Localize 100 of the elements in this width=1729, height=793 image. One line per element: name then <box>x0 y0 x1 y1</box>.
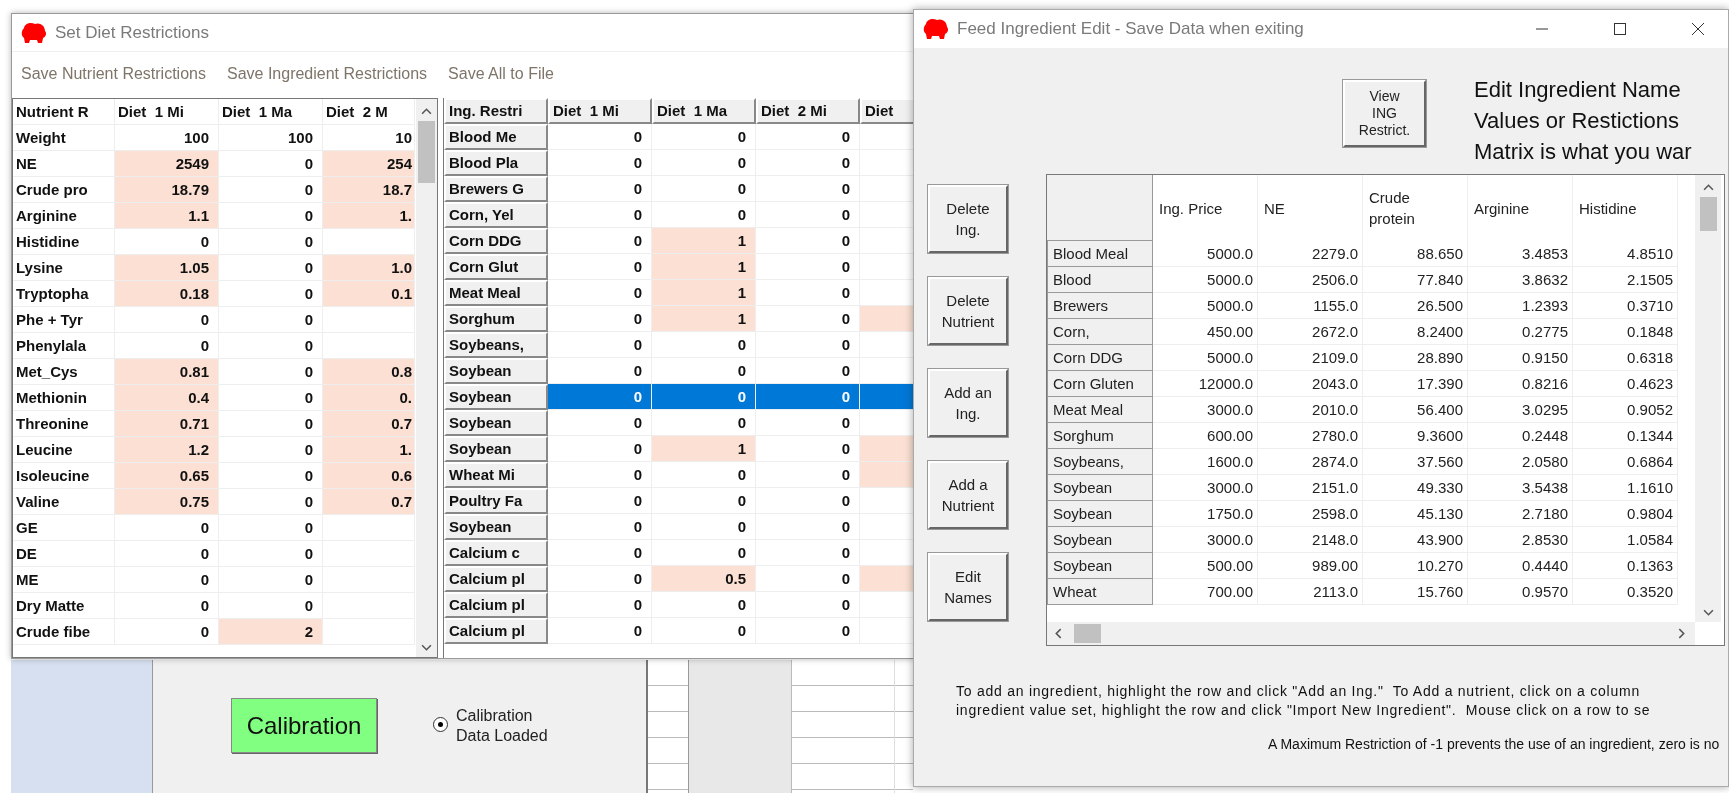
maximize-icon[interactable] <box>1612 21 1628 37</box>
table-cell: 56.400 <box>1363 397 1468 423</box>
row-header[interactable]: Soybean <box>444 436 548 462</box>
row-header[interactable]: Wheat <box>1047 579 1153 605</box>
scrollbar[interactable] <box>1695 175 1721 622</box>
table-cell: 0 <box>756 618 860 644</box>
action-button[interactable]: Edit Names <box>928 553 1008 621</box>
table-cell: 0 <box>756 592 860 618</box>
scroll-up-icon[interactable] <box>1702 184 1714 191</box>
row-header[interactable]: Wheat Mi <box>444 462 548 488</box>
row-header[interactable]: Soybean <box>444 358 548 384</box>
action-button[interactable]: Add a Nutrient <box>928 461 1008 529</box>
scroll-down-icon[interactable] <box>1702 609 1714 616</box>
table-cell: 2.8530 <box>1468 527 1573 553</box>
row-header[interactable]: Calcium pl <box>444 592 548 618</box>
close-icon[interactable] <box>1690 21 1706 37</box>
row-header[interactable]: Sorghum <box>1047 423 1153 449</box>
row-header[interactable]: Blood Meal <box>1047 241 1153 267</box>
row-header[interactable]: Corn, Yel <box>444 202 548 228</box>
column-header[interactable]: Diet 2 M <box>323 99 415 125</box>
table-cell: 0 <box>219 463 323 489</box>
table-cell: 1.0584 <box>1573 527 1678 553</box>
row-header[interactable]: Soybeans, <box>1047 449 1153 475</box>
menu-item[interactable]: Save Ingredient Restrictions <box>226 65 428 83</box>
row-header[interactable]: Blood Me <box>444 124 548 150</box>
column-header[interactable]: Diet 1 Ma <box>652 98 756 124</box>
row-header[interactable]: Soybean <box>1047 527 1153 553</box>
row-header[interactable]: Soybean <box>1047 501 1153 527</box>
row-header[interactable]: Soybean <box>1047 553 1153 579</box>
scroll-right-icon[interactable] <box>1678 628 1685 639</box>
column-header[interactable]: Diet 1 Mi <box>115 99 219 125</box>
table-cell: 0 <box>652 150 756 176</box>
row-header[interactable]: Calcium c <box>444 540 548 566</box>
row-header[interactable]: Corn, <box>1047 319 1153 345</box>
calibration-button[interactable]: Calibration <box>231 698 377 753</box>
instruction-text: Values or Restictions <box>1474 107 1680 135</box>
table-cell: 0 <box>756 280 860 306</box>
table-cell: 0.7 <box>323 489 415 515</box>
scroll-thumb[interactable] <box>1074 624 1101 643</box>
menu-item[interactable]: Save All to File <box>448 65 554 83</box>
row-label: Methionin <box>13 385 115 411</box>
row-header[interactable]: Soybean <box>444 410 548 436</box>
table-cell: 0.8 <box>323 359 415 385</box>
menu-item[interactable]: Save Nutrient Restrictions <box>21 65 206 83</box>
scrollbar[interactable] <box>416 99 437 657</box>
table-cell: 88.650 <box>1363 241 1468 267</box>
row-header[interactable]: Soybean <box>1047 475 1153 501</box>
row-header[interactable]: Calcium pl <box>444 618 548 644</box>
column-header[interactable]: Ing. Restri <box>444 98 548 124</box>
row-header[interactable]: Soybean <box>444 514 548 540</box>
table-cell: 0 <box>548 384 652 410</box>
table-cell: 10.270 <box>1363 553 1468 579</box>
table-cell: 0 <box>548 514 652 540</box>
table-cell: 0 <box>548 332 652 358</box>
scrollbar[interactable] <box>1047 622 1695 645</box>
action-button[interactable]: Delete Ing. <box>928 185 1008 253</box>
scroll-left-icon[interactable] <box>1055 628 1062 639</box>
scroll-up-icon[interactable] <box>421 108 432 115</box>
column-header[interactable]: Diet 1 Mi <box>548 98 652 124</box>
row-header[interactable]: Meat Meal <box>444 280 548 306</box>
column-header[interactable]: Diet 2 Mi <box>756 98 860 124</box>
table-cell: 0.8216 <box>1468 371 1573 397</box>
row-header[interactable]: Meat Meal <box>1047 397 1153 423</box>
table-cell: 1. <box>323 437 415 463</box>
column-header[interactable]: Diet 1 Ma <box>219 99 323 125</box>
scroll-down-icon[interactable] <box>421 644 432 651</box>
row-header[interactable]: Poultry Fa <box>444 488 548 514</box>
table-cell: 0 <box>219 281 323 307</box>
action-button[interactable]: Add an Ing. <box>928 369 1008 437</box>
row-header[interactable]: Blood Pla <box>444 150 548 176</box>
row-header[interactable]: Calcium pl <box>444 566 548 592</box>
view-restrictions-button[interactable]: View ING Restrict. <box>1343 80 1426 147</box>
row-header[interactable]: Corn DDG <box>1047 345 1153 371</box>
table-cell: 0 <box>652 514 756 540</box>
radio-button[interactable] <box>433 717 448 732</box>
column-header[interactable]: Ing. Price <box>1153 175 1258 241</box>
column-header[interactable]: Arginine <box>1468 175 1573 241</box>
table-cell: 1155.0 <box>1258 293 1363 319</box>
scroll-thumb[interactable] <box>418 121 435 183</box>
table-cell: 37.560 <box>1363 449 1468 475</box>
column-header[interactable]: NE <box>1258 175 1363 241</box>
row-header[interactable]: Brewers G <box>444 176 548 202</box>
action-button[interactable]: Delete Nutrient <box>928 277 1008 345</box>
table-cell: 100 <box>219 125 323 151</box>
row-header[interactable]: Corn Glut <box>444 254 548 280</box>
table-cell: 2 <box>219 619 323 645</box>
row-header[interactable]: Soybean <box>444 384 548 410</box>
row-header[interactable]: Corn DDG <box>444 228 548 254</box>
row-header[interactable]: Blood <box>1047 267 1153 293</box>
column-header[interactable]: Histidine <box>1573 175 1678 241</box>
table-cell: 2148.0 <box>1258 527 1363 553</box>
app-icon <box>923 18 949 40</box>
row-header[interactable]: Sorghum <box>444 306 548 332</box>
row-header[interactable]: Soybeans, <box>444 332 548 358</box>
column-header[interactable]: Nutrient R <box>13 99 115 125</box>
column-header[interactable]: Crude protein <box>1363 175 1468 241</box>
scroll-thumb[interactable] <box>1699 197 1717 231</box>
row-header[interactable]: Corn Gluten <box>1047 371 1153 397</box>
column-header[interactable]: Diet <box>860 98 914 124</box>
row-header[interactable]: Brewers <box>1047 293 1153 319</box>
